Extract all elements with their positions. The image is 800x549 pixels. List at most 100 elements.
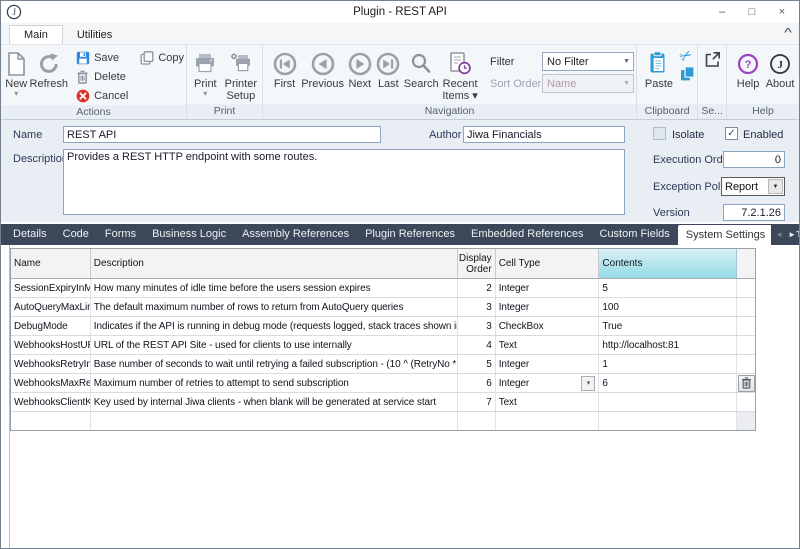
cell-actions bbox=[737, 298, 755, 316]
group-label-print: Print bbox=[187, 104, 262, 119]
combo-arrow-icon: ▼ bbox=[768, 179, 783, 194]
tab-scroll-right-icon[interactable]: ► bbox=[788, 230, 796, 239]
cell-cell-type: Integer bbox=[496, 298, 600, 316]
name-label: Name bbox=[13, 129, 42, 141]
delete-row-button[interactable] bbox=[738, 375, 755, 392]
group-label-navigation: Navigation bbox=[263, 104, 636, 119]
table-row-selected[interactable]: WebhooksMaxRetries Maximum number of ret… bbox=[11, 374, 755, 393]
grid-header: Name Description Display Order Cell Type… bbox=[11, 249, 755, 279]
new-document-icon bbox=[6, 50, 26, 78]
printer-setup-button[interactable]: PrinterSetup bbox=[222, 48, 260, 102]
table-row[interactable]: WebhooksHostURL URL of the REST API Site… bbox=[11, 336, 755, 355]
sort-order-combobox[interactable]: Name▼ bbox=[542, 74, 634, 93]
column-header-cell-type[interactable]: Cell Type bbox=[496, 249, 600, 278]
isolate-label: Isolate bbox=[672, 129, 704, 141]
svg-text:?: ? bbox=[745, 59, 752, 71]
cell-name: WebhooksMaxRetries bbox=[11, 374, 91, 392]
cut-icon[interactable]: ✂ bbox=[678, 46, 698, 66]
maximize-button[interactable]: □ bbox=[737, 1, 767, 23]
about-button[interactable]: J About bbox=[763, 48, 797, 90]
column-header-name[interactable]: Name bbox=[11, 249, 91, 278]
column-header-description[interactable]: Description bbox=[91, 249, 458, 278]
tab-embedded-references[interactable]: Embedded References bbox=[463, 224, 592, 245]
next-button[interactable]: Next bbox=[345, 48, 374, 90]
version-input[interactable] bbox=[723, 204, 785, 221]
enabled-checkbox[interactable]: ✓ bbox=[725, 127, 738, 140]
filter-combobox[interactable]: No Filter▼ bbox=[542, 52, 634, 71]
cell-name: WebhooksHostURL bbox=[11, 336, 91, 354]
cell-display-order: 7 bbox=[458, 393, 496, 411]
copy-button[interactable]: Copy bbox=[138, 48, 184, 67]
minimize-button[interactable]: – bbox=[707, 1, 737, 23]
cell-name: DebugMode bbox=[11, 317, 91, 335]
save-button[interactable]: Save bbox=[74, 48, 128, 67]
recent-items-button[interactable]: RecentItems ▾ bbox=[440, 48, 480, 102]
execution-order-input[interactable] bbox=[723, 151, 785, 168]
tab-assembly-references[interactable]: Assembly References bbox=[234, 224, 357, 245]
copy-pages-icon[interactable] bbox=[680, 66, 695, 81]
help-button[interactable]: ? Help bbox=[733, 48, 763, 90]
name-input[interactable] bbox=[63, 126, 381, 143]
table-row[interactable]: WebhooksClientKey Key used by internal J… bbox=[11, 393, 755, 412]
group-label-actions: Actions bbox=[1, 105, 186, 119]
table-row[interactable]: DebugMode Indicates if the API is runnin… bbox=[11, 317, 755, 336]
cell-contents: http://localhost:81 bbox=[599, 336, 737, 354]
ribbon-tab-utilities[interactable]: Utilities bbox=[63, 26, 126, 44]
cell-cell-type: Text bbox=[496, 336, 600, 354]
cell-type-dropdown[interactable]: ▾ bbox=[581, 376, 595, 391]
cell-display-order: 3 bbox=[458, 317, 496, 335]
column-header-contents[interactable]: Contents bbox=[599, 249, 737, 278]
new-button[interactable]: New ▾ bbox=[3, 48, 30, 98]
search-button[interactable]: Search bbox=[402, 48, 440, 90]
cell-cell-type-editing: Integer ▾ bbox=[496, 374, 600, 392]
cell-cell-type: Integer bbox=[496, 355, 600, 373]
cell-actions bbox=[737, 279, 755, 297]
group-actions: New ▾ Refresh Save bbox=[1, 45, 187, 119]
cell-description: Key used by internal Jiwa clients - when… bbox=[91, 393, 458, 411]
exception-policy-combobox[interactable]: Report ▼ bbox=[721, 177, 785, 196]
cell-description: The default maximum number of rows to re… bbox=[91, 298, 458, 316]
ribbon-collapse-icon[interactable]: ^ bbox=[784, 27, 792, 38]
isolate-checkbox[interactable] bbox=[653, 127, 666, 140]
delete-button[interactable]: Delete bbox=[74, 67, 128, 86]
cell-display-order: 5 bbox=[458, 355, 496, 373]
tab-plugin-references[interactable]: Plugin References bbox=[357, 224, 463, 245]
ribbon-tab-main[interactable]: Main bbox=[9, 25, 63, 44]
enabled-label: Enabled bbox=[743, 129, 783, 141]
table-row[interactable]: SessionExpiryInMinutes How many minutes … bbox=[11, 279, 755, 298]
refresh-button[interactable]: Refresh bbox=[30, 48, 69, 90]
detail-tabstrip: Details Code Forms Business Logic Assemb… bbox=[1, 224, 799, 245]
paste-button[interactable]: Paste bbox=[642, 48, 676, 90]
save-icon bbox=[74, 51, 91, 65]
tab-forms[interactable]: Forms bbox=[97, 224, 144, 245]
tab-system-settings[interactable]: System Settings bbox=[678, 225, 773, 245]
tab-code[interactable]: Code bbox=[55, 224, 97, 245]
tab-business-logic[interactable]: Business Logic bbox=[144, 224, 234, 245]
tab-custom-fields[interactable]: Custom Fields bbox=[592, 224, 678, 245]
previous-record-icon bbox=[311, 50, 335, 78]
last-button[interactable]: Last bbox=[375, 48, 403, 90]
group-label-send: Se... bbox=[698, 104, 726, 119]
table-row[interactable]: WebhooksRetryInterval Base number of sec… bbox=[11, 355, 755, 374]
group-label-help: Help bbox=[727, 104, 799, 119]
previous-button[interactable]: Previous bbox=[300, 48, 345, 90]
cell-display-order: 2 bbox=[458, 279, 496, 297]
cell-cell-type: Text bbox=[496, 393, 600, 411]
first-button[interactable]: First bbox=[269, 48, 300, 90]
copy-icon bbox=[138, 51, 155, 65]
print-button[interactable]: Print ▾ bbox=[189, 48, 222, 98]
table-row[interactable]: AutoQueryMaxLimit The default maximum nu… bbox=[11, 298, 755, 317]
tab-scroll-left-icon[interactable]: ◄ bbox=[775, 230, 783, 239]
trash-icon bbox=[74, 70, 91, 84]
share-icon[interactable] bbox=[702, 50, 722, 70]
new-row-placeholder[interactable] bbox=[11, 412, 755, 431]
app-logo-icon: J bbox=[6, 4, 22, 20]
window-title: Plugin - REST API bbox=[1, 6, 799, 18]
author-input[interactable] bbox=[463, 126, 625, 143]
close-button[interactable]: × bbox=[767, 1, 797, 23]
column-header-display-order[interactable]: Display Order bbox=[458, 249, 496, 278]
cancel-button[interactable]: Cancel bbox=[74, 86, 128, 105]
tab-details[interactable]: Details bbox=[5, 224, 55, 245]
description-input[interactable]: Provides a REST HTTP endpoint with some … bbox=[63, 149, 625, 215]
cell-actions bbox=[737, 374, 755, 392]
